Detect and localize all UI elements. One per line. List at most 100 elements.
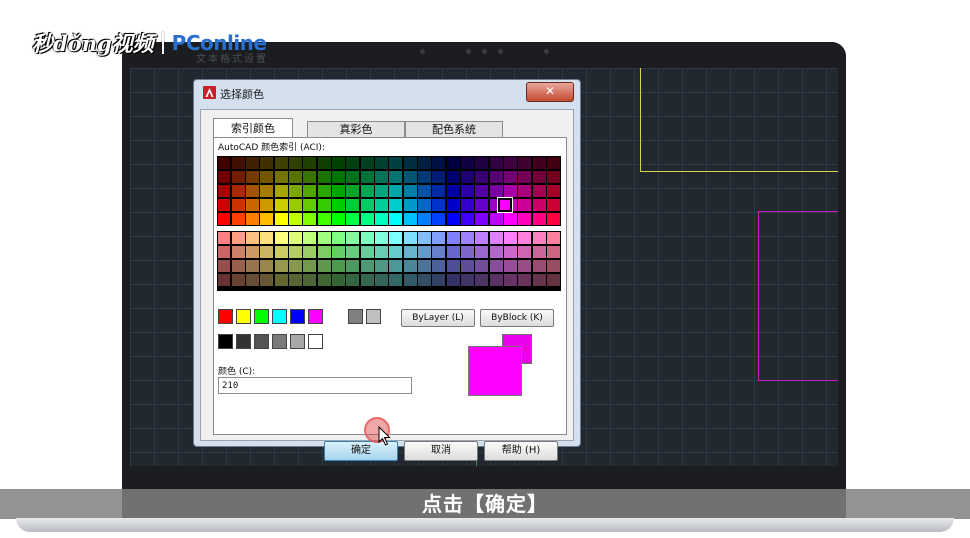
aci-color-cell[interactable] [461, 156, 474, 169]
aci-color-cell[interactable] [246, 231, 259, 244]
aci-color-cell[interactable] [332, 184, 345, 197]
aci-color-cell[interactable] [547, 212, 560, 225]
aci-color-cell[interactable] [375, 198, 388, 211]
aci-color-cell[interactable] [475, 259, 489, 272]
aci-color-cell[interactable] [375, 212, 388, 225]
aci-color-cell[interactable] [231, 198, 245, 211]
aci-color-cell[interactable] [403, 273, 417, 286]
aci-color-cell[interactable] [217, 184, 231, 197]
aci-color-cell[interactable] [461, 273, 474, 286]
aci-color-cell[interactable] [317, 245, 331, 258]
aci-color-cell[interactable] [389, 231, 403, 244]
aci-color-cell[interactable] [260, 273, 274, 286]
aci-color-cell[interactable] [432, 198, 446, 211]
aci-color-cell[interactable] [432, 273, 446, 286]
aci-color-cell[interactable] [289, 212, 302, 225]
aci-color-cell[interactable] [432, 212, 446, 225]
aci-color-cell[interactable] [504, 212, 517, 225]
aci-color-cell[interactable] [375, 170, 388, 183]
aci-color-cell[interactable] [547, 156, 560, 169]
aci-color-cell[interactable] [489, 212, 503, 225]
aci-color-cell[interactable] [475, 273, 489, 286]
aci-color-cell[interactable] [475, 156, 489, 169]
aci-color-cell[interactable] [303, 170, 317, 183]
aci-color-cell[interactable] [403, 156, 417, 169]
aci-color-cell[interactable] [461, 212, 474, 225]
aci-color-cell[interactable] [360, 198, 374, 211]
tab-index-color[interactable]: 索引颜色 [213, 118, 293, 139]
aci-color-cell[interactable] [303, 212, 317, 225]
aci-color-cell[interactable] [217, 156, 231, 169]
aci-color-cell[interactable] [547, 231, 560, 244]
aci-color-cell[interactable] [246, 170, 259, 183]
aci-color-cell[interactable] [432, 231, 446, 244]
aci-color-cell[interactable] [532, 156, 546, 169]
aci-color-cell[interactable] [518, 198, 532, 211]
aci-color-cell[interactable] [246, 245, 259, 258]
aci-color-cell[interactable] [475, 198, 489, 211]
aci-color-cell[interactable] [246, 156, 259, 169]
aci-color-cell[interactable] [389, 170, 403, 183]
aci-color-cell[interactable] [504, 184, 517, 197]
aci-color-cell[interactable] [217, 273, 231, 286]
aci-color-cell[interactable] [346, 212, 360, 225]
aci-color-cell[interactable] [346, 184, 360, 197]
aci-color-cell[interactable] [274, 273, 288, 286]
aci-color-cell[interactable] [303, 156, 317, 169]
aci-color-cell[interactable] [303, 273, 317, 286]
aci-color-cell[interactable] [217, 245, 231, 258]
standard-color-swatch[interactable] [218, 309, 233, 324]
aci-color-cell[interactable] [274, 212, 288, 225]
aci-color-cell[interactable] [446, 259, 460, 272]
aci-color-cell[interactable] [217, 259, 231, 272]
standard-color-swatch[interactable] [290, 309, 305, 324]
aci-color-cell[interactable] [446, 170, 460, 183]
aci-color-cell[interactable] [418, 170, 431, 183]
aci-color-cell[interactable] [489, 245, 503, 258]
aci-color-cell[interactable] [274, 259, 288, 272]
aci-color-cell[interactable] [231, 259, 245, 272]
aci-color-cell[interactable] [274, 184, 288, 197]
aci-color-cell[interactable] [461, 170, 474, 183]
aci-color-cell[interactable] [504, 231, 517, 244]
standard-color-swatch[interactable] [272, 309, 287, 324]
aci-color-cell[interactable] [217, 198, 231, 211]
aci-color-cell[interactable] [518, 156, 532, 169]
aci-color-cell[interactable] [475, 245, 489, 258]
tab-color-books[interactable]: 配色系统 [405, 121, 503, 138]
aci-color-cell[interactable] [518, 231, 532, 244]
aci-color-cell[interactable] [432, 184, 446, 197]
aci-color-cell[interactable] [418, 212, 431, 225]
aci-color-cell[interactable] [246, 273, 259, 286]
aci-color-cell[interactable] [346, 156, 360, 169]
aci-color-cell[interactable] [532, 259, 546, 272]
aci-color-cell[interactable] [432, 259, 446, 272]
aci-color-cell[interactable] [260, 212, 274, 225]
aci-color-cell[interactable] [403, 259, 417, 272]
aci-color-cell[interactable] [547, 170, 560, 183]
aci-color-cell[interactable] [317, 170, 331, 183]
tab-true-color[interactable]: 真彩色 [307, 121, 405, 138]
aci-color-cell[interactable] [403, 231, 417, 244]
aci-color-cell[interactable] [217, 170, 231, 183]
aci-color-cell[interactable] [461, 259, 474, 272]
aci-color-cell[interactable] [246, 259, 259, 272]
aci-color-cell[interactable] [346, 273, 360, 286]
aci-color-cell[interactable] [289, 273, 302, 286]
aci-color-cell[interactable] [231, 184, 245, 197]
aci-color-cell[interactable] [303, 245, 317, 258]
byblock-button[interactable]: ByBlock (K) [480, 309, 554, 327]
close-button[interactable]: ✕ [526, 82, 574, 102]
aci-color-cell[interactable] [289, 156, 302, 169]
aci-color-cell[interactable] [489, 273, 503, 286]
aci-color-cell[interactable] [360, 170, 374, 183]
aci-color-cell[interactable] [532, 245, 546, 258]
aci-color-cell[interactable] [360, 184, 374, 197]
aci-color-cell[interactable] [518, 184, 532, 197]
aci-color-cell[interactable] [274, 245, 288, 258]
aci-color-cell[interactable] [360, 156, 374, 169]
aci-color-cell[interactable] [418, 259, 431, 272]
aci-color-cell[interactable] [317, 273, 331, 286]
aci-color-cell[interactable] [403, 184, 417, 197]
aci-color-cell[interactable] [231, 156, 245, 169]
